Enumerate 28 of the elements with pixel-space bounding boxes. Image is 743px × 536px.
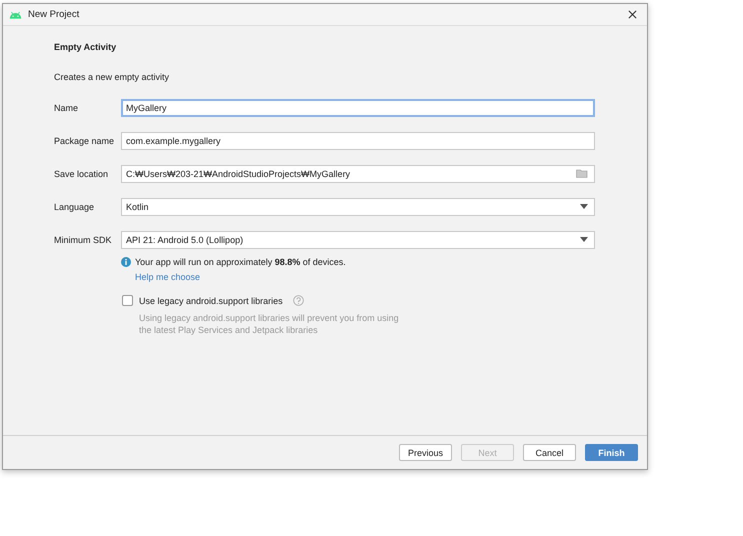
help-link[interactable]: Help me choose bbox=[135, 272, 346, 282]
caret-icon bbox=[580, 204, 588, 209]
section-heading: Empty Activity bbox=[54, 42, 118, 52]
info-icon bbox=[121, 257, 131, 267]
dialog-button[interactable]: Cancel bbox=[523, 444, 576, 461]
folder-icon[interactable] bbox=[576, 169, 588, 178]
dialog-button[interactable]: Previous bbox=[399, 444, 452, 461]
legacy-note: Using legacy android.support libraries will prevent you from using the latest Play Services and Jetpack libraries bbox=[139, 312, 400, 336]
caret-icon bbox=[580, 237, 588, 242]
legacy-checkbox[interactable] bbox=[122, 295, 133, 306]
input-field[interactable]: C:₩Users₩203-21₩AndroidStudioProjects₩MyGallery bbox=[121, 164, 595, 182]
info-text: Your app will run on approximately 98.8% of devices. bbox=[135, 257, 346, 267]
field-label: Minimum SDK bbox=[54, 234, 113, 244]
input-field[interactable]: com.example.mygallery bbox=[121, 132, 595, 150]
dropdown-field[interactable]: Kotlin bbox=[121, 198, 595, 216]
android-icon bbox=[9, 10, 22, 18]
field-label: Language bbox=[54, 202, 96, 212]
field-label: Package name bbox=[54, 136, 116, 146]
field-label: Save location bbox=[54, 168, 110, 178]
dropdown-field[interactable]: API 21: Android 5.0 (Lollipop) bbox=[121, 230, 595, 248]
input-field[interactable]: MyGallery bbox=[121, 98, 595, 116]
field-label: Name bbox=[54, 102, 80, 112]
description-text: Creates a new empty activity bbox=[54, 72, 170, 82]
close-icon[interactable] bbox=[628, 10, 637, 19]
dialog-button[interactable]: Finish bbox=[585, 444, 638, 461]
window-title: New Project bbox=[28, 9, 80, 20]
help-icon[interactable] bbox=[292, 295, 304, 306]
legacy-label[interactable]: Use legacy android.support libraries bbox=[139, 296, 283, 306]
